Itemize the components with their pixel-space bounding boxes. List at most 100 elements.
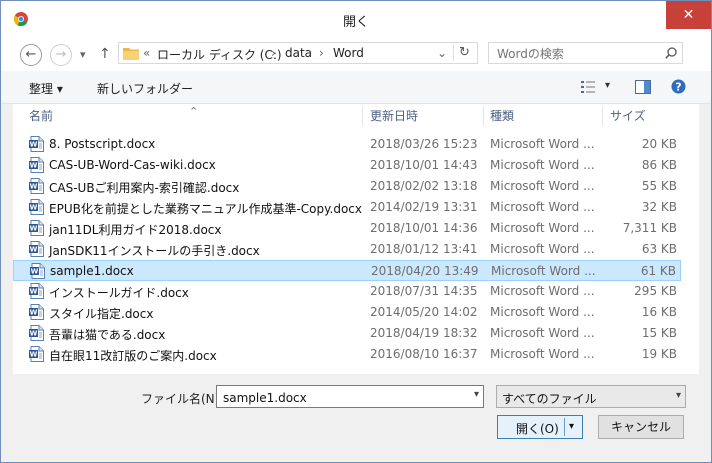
file-modified: 2018/01/12 13:41 xyxy=(370,242,478,256)
address-divider xyxy=(453,45,454,61)
word-document-icon: W xyxy=(30,263,45,279)
view-menu-button[interactable]: ▾ xyxy=(605,80,610,91)
file-name: 自在眼11改訂版のご案内.docx xyxy=(49,349,217,363)
refresh-button[interactable]: ↻ xyxy=(459,45,470,60)
search-box[interactable] xyxy=(488,42,683,64)
file-size: 295 KB xyxy=(634,284,677,298)
file-type-select[interactable]: すべてのファイル ▾ xyxy=(496,385,686,408)
file-size: 86 KB xyxy=(641,158,677,172)
file-name: 吾輩は猫である.docx xyxy=(49,328,166,342)
breadcrumb-separator[interactable]: › xyxy=(319,46,324,60)
file-size: 19 KB xyxy=(641,347,677,361)
split-divider xyxy=(564,418,565,436)
breadcrumb-overflow[interactable]: « xyxy=(143,46,150,60)
file-row[interactable]: W スタイル指定.docx 2014/05/20 14:02 Microsoft Wo… xyxy=(13,302,681,323)
word-document-icon: W xyxy=(29,199,44,215)
file-row[interactable]: W 8. Postscript.docx 2018/03/26 15:23 Micro… xyxy=(13,134,681,155)
help-icon[interactable]: ? xyxy=(671,79,686,94)
file-size: 32 KB xyxy=(641,200,677,214)
filename-input[interactable] xyxy=(221,387,465,408)
file-name: jan11DL利用ガイド2018.docx xyxy=(49,223,222,237)
column-separator[interactable] xyxy=(602,106,603,126)
file-modified: 2014/05/20 14:02 xyxy=(370,305,478,319)
file-modified: 2014/02/19 13:31 xyxy=(370,200,478,214)
file-row[interactable]: W インストールガイド.docx 2018/07/31 14:35 Microsoft… xyxy=(13,281,681,302)
file-size: 61 KB xyxy=(640,264,676,278)
file-type: Microsoft Word ... xyxy=(490,158,595,172)
file-modified: 2018/07/31 14:35 xyxy=(370,284,478,298)
view-list-icon[interactable] xyxy=(581,81,595,93)
file-type: Microsoft Word ... xyxy=(490,179,595,193)
sort-indicator-icon: ⌃ xyxy=(189,105,199,118)
word-document-icon: W xyxy=(29,325,44,341)
preview-pane-icon[interactable] xyxy=(635,80,651,94)
vertical-scrollbar[interactable] xyxy=(682,104,699,374)
svg-text:W: W xyxy=(30,183,38,191)
column-header-type[interactable]: 種類 xyxy=(490,104,514,128)
back-button[interactable]: ← xyxy=(20,44,42,66)
svg-text:W: W xyxy=(30,141,38,149)
up-button[interactable]: ↑ xyxy=(99,46,111,62)
address-bar[interactable]: « ローカル ディスク (C:) › data › Word ⌄ ↻ xyxy=(118,42,478,64)
breadcrumb-word[interactable]: Word xyxy=(333,46,364,60)
recent-locations-button[interactable]: ▾ xyxy=(80,48,86,61)
file-type: Microsoft Word ... xyxy=(490,221,595,235)
file-row[interactable]: W CAS-UB-Word-Cas-wiki.docx 2018/10/01 14:… xyxy=(13,155,681,176)
breadcrumb-data[interactable]: data xyxy=(285,46,312,60)
address-dropdown-button[interactable]: ⌄ xyxy=(437,46,447,60)
svg-text:W: W xyxy=(30,330,38,338)
svg-text:W: W xyxy=(30,246,38,254)
file-type: Microsoft Word ... xyxy=(490,326,595,340)
file-modified: 2016/08/10 16:37 xyxy=(370,347,478,361)
open-button-label: 開く(O) xyxy=(516,422,559,436)
word-document-icon: W xyxy=(29,304,44,320)
breadcrumb-local-disk[interactable]: ローカル ディスク (C:) xyxy=(157,46,282,63)
svg-text:W: W xyxy=(30,225,38,233)
file-type: Microsoft Word ... xyxy=(490,284,595,298)
address-row: ← → ▾ ↑ « ローカル ディスク (C:) › data › Word ⌄… xyxy=(1,37,711,71)
file-row[interactable]: W JanSDK11インストールの手引き.docx 2018/01/12 13:41… xyxy=(13,239,681,260)
column-separator[interactable] xyxy=(362,106,363,126)
file-modified: 2018/02/02 13:18 xyxy=(370,179,478,193)
forward-button[interactable]: → xyxy=(50,44,72,66)
file-size: 16 KB xyxy=(641,305,677,319)
command-bar: 整理 ▾ 新しいフォルダー ▾ ? xyxy=(1,71,711,104)
word-document-icon: W xyxy=(29,241,44,257)
file-size: 63 KB xyxy=(641,242,677,256)
file-row[interactable]: W 吾輩は猫である.docx 2018/04/19 18:32 Microsoft W… xyxy=(13,323,681,344)
file-modified: 2018/04/19 18:32 xyxy=(370,326,478,340)
column-header-size[interactable]: サイズ xyxy=(610,104,646,128)
organize-menu[interactable]: 整理 ▾ xyxy=(29,80,63,97)
file-row[interactable]: Wsample1.docx 2018/04/20 13:49 Microsoft W… xyxy=(13,260,681,281)
file-row[interactable]: Wjan11DL利用ガイド2018.docx 2018/10/01 14:36 Mi… xyxy=(13,218,681,239)
file-type: Microsoft Word ... xyxy=(491,264,596,278)
file-type: Microsoft Word ... xyxy=(490,347,595,361)
word-document-icon: W xyxy=(29,346,44,362)
folder-icon xyxy=(123,48,139,60)
file-type: Microsoft Word ... xyxy=(490,242,595,256)
file-modified: 2018/04/20 13:49 xyxy=(371,264,479,278)
file-row[interactable]: W 自在眼11改訂版のご案内.docx 2016/08/10 16:37 Micros… xyxy=(13,344,681,365)
word-document-icon: W xyxy=(29,136,44,152)
column-separator[interactable] xyxy=(483,106,484,126)
column-header-modified[interactable]: 更新日時 xyxy=(370,104,418,128)
filename-combobox[interactable]: ▾ xyxy=(216,385,484,408)
file-row[interactable]: W EPUB化を前提とした業務マニュアル作成基準-Copy.docx 2014/02… xyxy=(13,197,681,218)
open-split-dropdown-button[interactable]: ▾ xyxy=(569,421,574,432)
close-button[interactable]: ✕ xyxy=(666,1,711,29)
cancel-button[interactable]: キャンセル xyxy=(598,415,684,439)
dialog-title: 開く xyxy=(342,15,369,30)
file-size: 20 KB xyxy=(641,137,677,151)
file-row[interactable]: W CAS-UBご利用案内-索引確認.docx 2018/02/02 13:18 Mi… xyxy=(13,176,681,197)
word-document-icon: W xyxy=(29,178,44,194)
open-button[interactable]: 開く(O) ▾ xyxy=(497,415,583,439)
svg-text:W: W xyxy=(30,288,38,296)
file-size: 15 KB xyxy=(641,326,677,340)
column-header-name[interactable]: 名前 xyxy=(29,104,53,128)
new-folder-button[interactable]: 新しいフォルダー xyxy=(97,80,193,97)
svg-text:W: W xyxy=(30,162,38,170)
filename-dropdown-button[interactable]: ▾ xyxy=(474,389,479,400)
file-name: インストールガイド.docx xyxy=(49,286,189,300)
search-input[interactable] xyxy=(495,44,659,64)
breadcrumb-separator[interactable]: › xyxy=(271,46,276,60)
